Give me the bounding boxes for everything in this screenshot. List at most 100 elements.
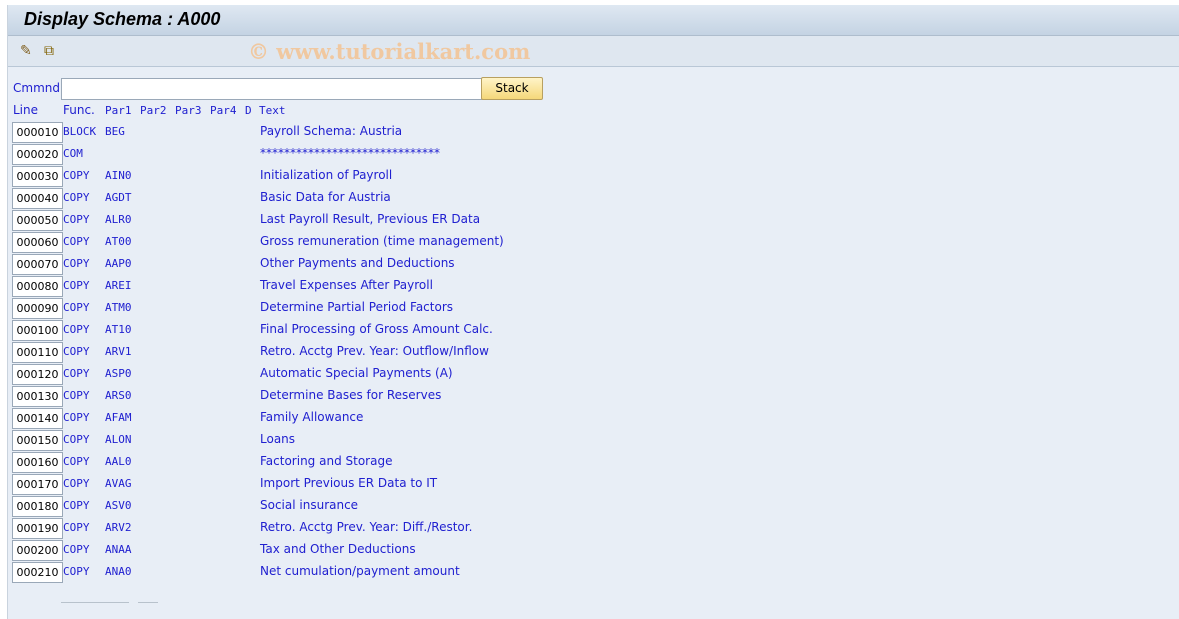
- par1-cell: ATM0: [105, 301, 132, 314]
- par1-cell: BEG: [105, 125, 125, 138]
- function-cell: COPY: [63, 257, 90, 270]
- function-cell: COPY: [63, 389, 90, 402]
- application-toolbar: ✎ ⧉ © www.tutorialkart.com: [8, 36, 1179, 67]
- function-cell: COPY: [63, 543, 90, 556]
- text-cell: Automatic Special Payments (A): [260, 366, 453, 380]
- page-title: Display Schema : A000: [24, 9, 221, 29]
- par1-cell: ARV2: [105, 521, 132, 534]
- par1-cell: ALR0: [105, 213, 132, 226]
- par1-cell: ASV0: [105, 499, 132, 512]
- line-number-field[interactable]: [12, 298, 63, 319]
- function-cell: COPY: [63, 455, 90, 468]
- line-number-field[interactable]: [12, 430, 63, 451]
- text-cell: Family Allowance: [260, 410, 364, 424]
- col-d: D: [245, 104, 252, 117]
- line-number-field[interactable]: [12, 210, 63, 231]
- text-cell: Tax and Other Deductions: [260, 542, 416, 556]
- function-cell: COPY: [63, 565, 90, 578]
- col-text: Text: [259, 104, 286, 117]
- text-cell: Net cumulation/payment amount: [260, 564, 460, 578]
- function-cell: COPY: [63, 499, 90, 512]
- line-number-field[interactable]: [12, 342, 63, 363]
- col-par1: Par1: [105, 104, 132, 117]
- par1-cell: ANAA: [105, 543, 132, 556]
- line-number-field[interactable]: [12, 562, 63, 583]
- text-cell: Payroll Schema: Austria: [260, 124, 403, 138]
- text-cell: Gross remuneration (time management): [260, 234, 504, 248]
- function-cell: BLOCK: [63, 125, 97, 138]
- display-change-icon[interactable]: ✎: [20, 43, 32, 59]
- line-number-field[interactable]: [12, 540, 63, 561]
- par1-cell: AGDT: [105, 191, 132, 204]
- line-number-field[interactable]: [12, 452, 63, 473]
- par1-cell: AFAM: [105, 411, 132, 424]
- sap-window: Display Schema : A000 ✎ ⧉ © www.tutorial…: [7, 5, 1179, 619]
- text-cell: Initialization of Payroll: [260, 168, 393, 182]
- function-cell: COPY: [63, 433, 90, 446]
- function-cell: COPY: [63, 235, 90, 248]
- function-cell: COPY: [63, 345, 90, 358]
- command-input[interactable]: [61, 78, 483, 100]
- line-number-field[interactable]: [12, 144, 63, 165]
- par1-cell: AVAG: [105, 477, 132, 490]
- line-number-field[interactable]: [12, 408, 63, 429]
- text-cell: Retro. Acctg Prev. Year: Outflow/Inflow: [260, 344, 489, 358]
- stack-button[interactable]: Stack: [481, 77, 543, 100]
- line-number-field[interactable]: [12, 474, 63, 495]
- function-cell: COPY: [63, 191, 90, 204]
- function-cell: COPY: [63, 301, 90, 314]
- par1-cell: AT10: [105, 323, 132, 336]
- line-number-field[interactable]: [12, 386, 63, 407]
- col-func: Func.: [63, 103, 95, 117]
- line-number-field[interactable]: [12, 320, 63, 341]
- function-cell: COPY: [63, 411, 90, 424]
- par1-cell: AAL0: [105, 455, 132, 468]
- text-cell: Basic Data for Austria: [260, 190, 391, 204]
- line-number-field[interactable]: [12, 254, 63, 275]
- line-number-field[interactable]: [12, 364, 63, 385]
- text-cell: Social insurance: [260, 498, 359, 512]
- text-cell: Determine Partial Period Factors: [260, 300, 454, 314]
- line-number-field[interactable]: [12, 518, 63, 539]
- text-cell: ******************************: [260, 146, 440, 160]
- line-number-field[interactable]: [12, 188, 63, 209]
- text-cell: Final Processing of Gross Amount Calc.: [260, 322, 493, 336]
- divider: [61, 602, 129, 603]
- function-cell: COPY: [63, 367, 90, 380]
- watermark: © www.tutorialkart.com: [248, 39, 531, 64]
- text-cell: Determine Bases for Reserves: [260, 388, 442, 402]
- text-cell: Loans: [260, 432, 296, 446]
- line-number-field[interactable]: [12, 232, 63, 253]
- line-number-field[interactable]: [12, 276, 63, 297]
- par1-cell: AREI: [105, 279, 132, 292]
- par1-cell: ARS0: [105, 389, 132, 402]
- par1-cell: AT00: [105, 235, 132, 248]
- par1-cell: ASP0: [105, 367, 132, 380]
- col-line: Line: [13, 103, 39, 117]
- text-cell: Travel Expenses After Payroll: [260, 278, 433, 292]
- text-cell: Retro. Acctg Prev. Year: Diff./Restor.: [260, 520, 473, 534]
- other-object-icon[interactable]: ⧉: [44, 43, 54, 59]
- text-cell: Factoring and Storage: [260, 454, 393, 468]
- function-cell: COPY: [63, 213, 90, 226]
- par1-cell: ARV1: [105, 345, 132, 358]
- col-par2: Par2: [140, 104, 167, 117]
- par1-cell: ANA0: [105, 565, 132, 578]
- function-cell: COPY: [63, 521, 90, 534]
- function-cell: COM: [63, 147, 83, 160]
- col-par4: Par4: [210, 104, 237, 117]
- line-number-field[interactable]: [12, 496, 63, 517]
- title-bar: Display Schema : A000: [8, 5, 1179, 36]
- line-number-field[interactable]: [12, 166, 63, 187]
- line-number-field[interactable]: [12, 122, 63, 143]
- col-par3: Par3: [175, 104, 202, 117]
- par1-cell: AAP0: [105, 257, 132, 270]
- text-cell: Other Payments and Deductions: [260, 256, 455, 270]
- text-cell: Last Payroll Result, Previous ER Data: [260, 212, 481, 226]
- text-cell: Import Previous ER Data to IT: [260, 476, 438, 490]
- function-cell: COPY: [63, 279, 90, 292]
- function-cell: COPY: [63, 323, 90, 336]
- divider: [138, 602, 158, 603]
- command-label: Cmmnd: [13, 81, 60, 95]
- par1-cell: AIN0: [105, 169, 132, 182]
